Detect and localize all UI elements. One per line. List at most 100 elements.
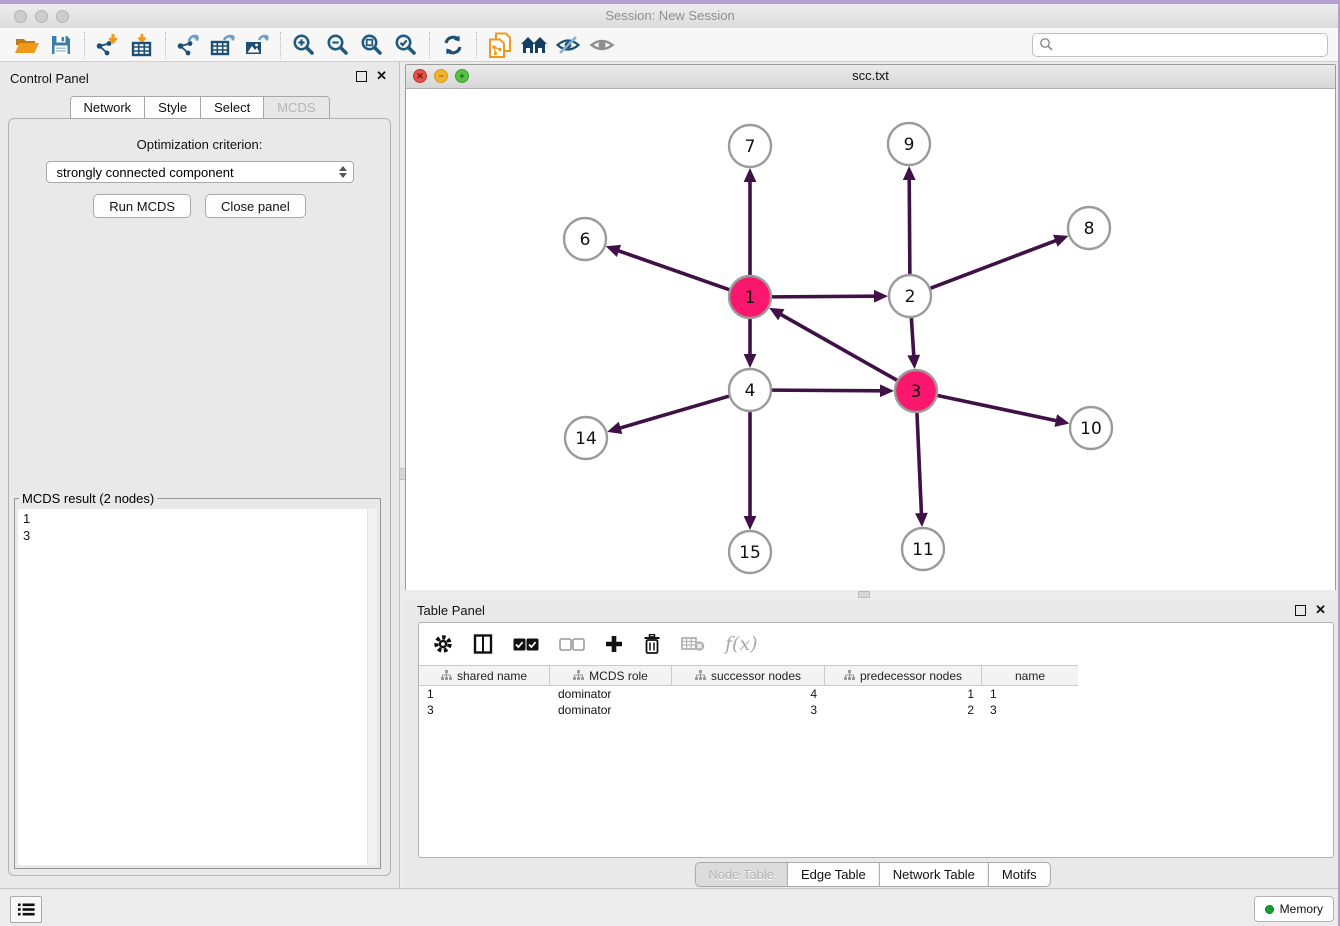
graph-node-label: 15	[739, 543, 761, 563]
optimization-criterion-label: Optimization criterion:	[9, 137, 390, 152]
tab-mcds[interactable]: MCDS	[263, 96, 329, 119]
result-line: 3	[23, 527, 372, 544]
deselect-all-icon[interactable]	[559, 638, 585, 651]
search-input[interactable]	[1054, 35, 1327, 55]
graph-edge-arrowhead	[907, 355, 920, 369]
mcds-result-textarea[interactable]: 1 3	[18, 509, 377, 865]
column-header-mcds-role[interactable]: MCDS role	[550, 666, 672, 685]
export-table-button[interactable]	[206, 30, 240, 60]
graph-edge-1-2[interactable]	[772, 296, 876, 297]
cell-shared-name[interactable]: 3	[419, 702, 550, 718]
tab-select[interactable]: Select	[200, 96, 264, 119]
function-builder-icon[interactable]: f(x)	[725, 633, 758, 655]
column-label: successor nodes	[711, 669, 801, 683]
column-header-name[interactable]: name	[982, 666, 1078, 685]
network-frame-titlebar[interactable]: ✕ − + scc.txt	[406, 65, 1335, 89]
graph-edge-arrowhead	[874, 290, 888, 303]
graph-edge-3-11[interactable]	[917, 413, 922, 515]
add-column-icon[interactable]	[605, 635, 623, 653]
tab-node-table[interactable]: Node Table	[694, 862, 788, 887]
toolbar-separator	[280, 32, 281, 58]
first-neighbors-button[interactable]	[517, 30, 551, 60]
zoom-selected-button[interactable]	[389, 30, 423, 60]
cell-successor-nodes[interactable]: 4	[672, 686, 825, 702]
graph-node-label: 10	[1080, 419, 1102, 439]
export-network-button[interactable]	[172, 30, 206, 60]
delete-column-icon[interactable]	[643, 634, 661, 654]
graph-edge-arrowhead	[607, 422, 622, 434]
import-network-button[interactable]	[91, 30, 125, 60]
tab-style[interactable]: Style	[144, 96, 201, 119]
horizontal-split-handle[interactable]	[858, 591, 870, 598]
mcds-result-group: MCDS result (2 nodes) 1 3	[14, 491, 381, 869]
tab-edge-table[interactable]: Edge Table	[787, 862, 880, 887]
memory-button[interactable]: Memory	[1254, 896, 1334, 922]
cell-name[interactable]: 1	[982, 686, 1078, 702]
run-mcds-button[interactable]: Run MCDS	[93, 194, 191, 218]
graph-node-label: 14	[575, 429, 597, 449]
tree-column-icon	[844, 670, 855, 681]
cell-shared-name[interactable]: 1	[419, 686, 550, 702]
select-all-icon[interactable]	[513, 638, 539, 651]
open-session-button[interactable]	[10, 30, 44, 60]
column-header-shared-name[interactable]: shared name	[419, 666, 550, 685]
network-canvas[interactable]: 7968124314101511	[406, 89, 1335, 590]
close-panel-button[interactable]: Close panel	[205, 194, 306, 218]
close-panel-icon[interactable]: ✕	[376, 68, 387, 84]
export-image-button[interactable]	[240, 30, 274, 60]
cell-mcds-role[interactable]: dominator	[550, 686, 672, 702]
export-network-icon	[176, 33, 202, 57]
import-table-button[interactable]	[125, 30, 159, 60]
export-table-icon	[210, 33, 236, 57]
control-panel-title: Control Panel	[10, 71, 89, 86]
graph-edge-2-8[interactable]	[931, 240, 1058, 288]
show-all-button[interactable]	[585, 30, 619, 60]
zoom-in-button[interactable]	[287, 30, 321, 60]
hide-selected-button[interactable]	[551, 30, 585, 60]
clone-network-button[interactable]	[483, 30, 517, 60]
export-image-icon	[244, 33, 270, 57]
tree-column-icon	[573, 670, 584, 681]
cell-name[interactable]: 3	[982, 702, 1078, 718]
delete-table-icon[interactable]	[681, 636, 705, 652]
graph-edges[interactable]	[606, 166, 1070, 530]
table-row[interactable]: 1 dominator 4 1 1	[419, 686, 1333, 702]
zoom-fit-button[interactable]	[355, 30, 389, 60]
column-header-successor-nodes[interactable]: successor nodes	[672, 666, 825, 685]
float-table-panel-icon[interactable]	[1295, 605, 1306, 616]
table-row[interactable]: 3 dominator 3 2 3	[419, 702, 1333, 718]
graph-edge-4-3[interactable]	[772, 390, 882, 391]
zoom-out-button[interactable]	[321, 30, 355, 60]
column-label: MCDS role	[589, 669, 648, 683]
tab-network[interactable]: Network	[69, 96, 145, 119]
zoom-fit-icon	[360, 33, 384, 57]
graph-node-label: 2	[905, 287, 916, 307]
tab-motifs[interactable]: Motifs	[988, 862, 1051, 887]
criterion-dropdown[interactable]: strongly connected component	[46, 161, 354, 183]
graph-edge-3-10[interactable]	[938, 396, 1058, 421]
search-field[interactable]	[1032, 33, 1328, 57]
status-bar: Memory	[0, 888, 1340, 926]
cell-successor-nodes[interactable]: 3	[672, 702, 825, 718]
graph-edge-1-6[interactable]	[617, 250, 729, 289]
float-panel-icon[interactable]	[356, 71, 367, 82]
save-floppy-icon	[50, 34, 72, 56]
graph-edge-3-1[interactable]	[780, 314, 897, 380]
graph-edge-4-14[interactable]	[619, 396, 729, 428]
graph-edge-2-9[interactable]	[909, 178, 910, 274]
save-session-button[interactable]	[44, 30, 78, 60]
close-table-panel-icon[interactable]: ✕	[1315, 602, 1326, 618]
cell-mcds-role[interactable]: dominator	[550, 702, 672, 718]
cell-predecessor-nodes[interactable]: 1	[825, 686, 982, 702]
graph-node-label: 1	[745, 288, 756, 308]
settings-gear-icon[interactable]	[433, 634, 453, 654]
column-header-predecessor-nodes[interactable]: predecessor nodes	[825, 666, 982, 685]
tab-network-table[interactable]: Network Table	[879, 862, 989, 887]
cell-predecessor-nodes[interactable]: 2	[825, 702, 982, 718]
graph-edge-2-3[interactable]	[911, 318, 913, 357]
toggle-panes-icon[interactable]	[473, 634, 493, 654]
refresh-layout-button[interactable]	[436, 30, 470, 60]
result-scrollbar[interactable]	[367, 509, 377, 865]
result-line: 1	[23, 510, 372, 527]
task-history-button[interactable]	[10, 896, 42, 923]
